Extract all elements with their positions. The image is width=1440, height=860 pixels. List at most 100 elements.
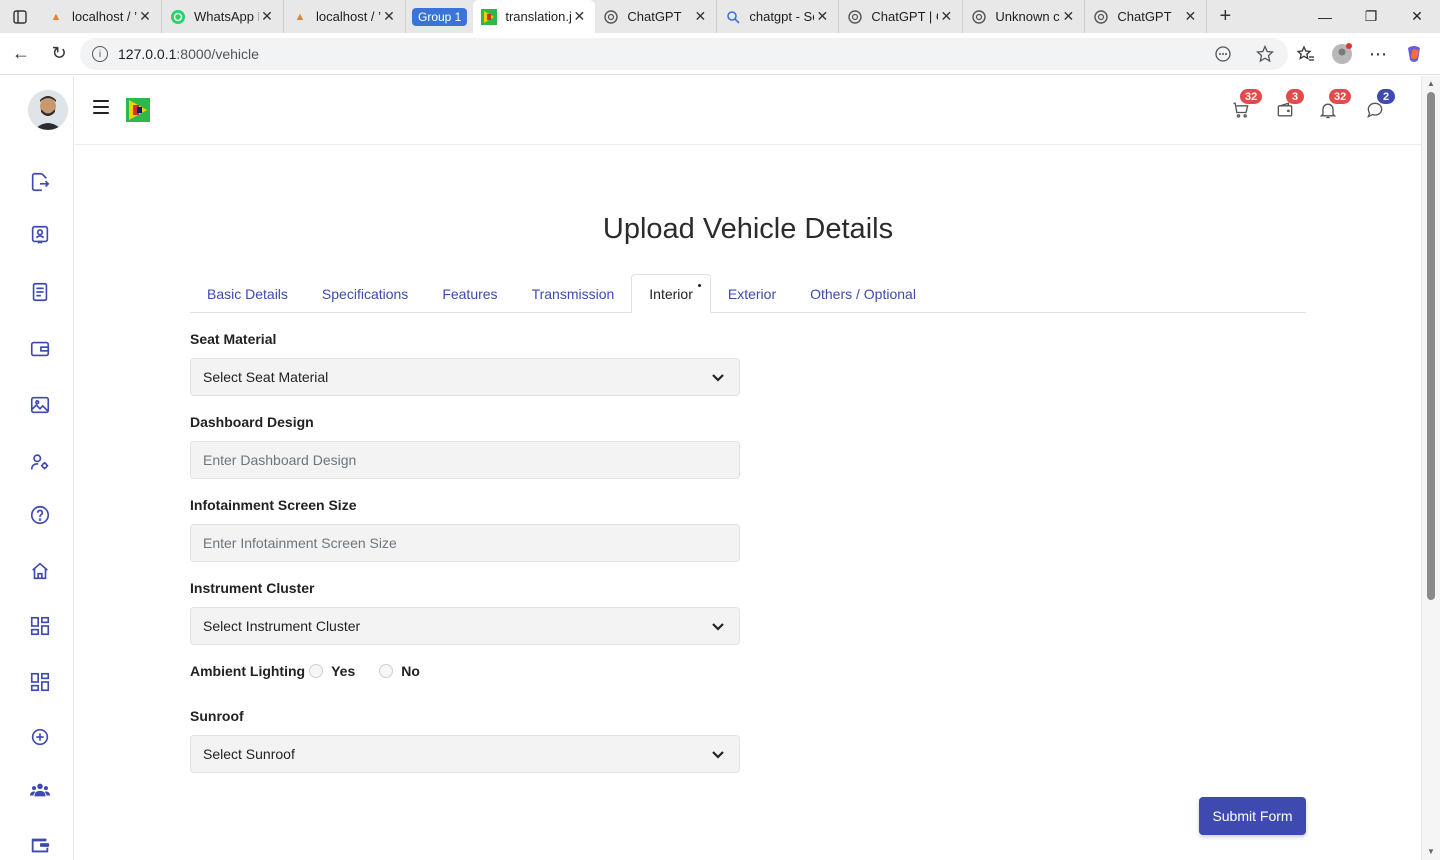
tab-group-chip[interactable]: Group 1: [412, 7, 468, 26]
ambient-lighting-label: Ambient Lighting: [190, 663, 306, 679]
users-group-icon[interactable]: [28, 778, 52, 802]
wallet-count-badge: 3: [1286, 89, 1304, 104]
sunroof-select[interactable]: Select Sunroof: [190, 735, 740, 773]
browser-tab-title: localhost / ’: [72, 9, 137, 24]
instrument-cluster-select[interactable]: Select Instrument Cluster: [190, 607, 740, 645]
close-icon[interactable]: ✕: [381, 8, 397, 25]
sunroof-label: Sunroof: [190, 708, 244, 724]
chevron-down-icon: [711, 747, 725, 761]
new-tab-button[interactable]: +: [1207, 5, 1243, 28]
chevron-down-icon: [711, 619, 725, 633]
tab-transmission[interactable]: Transmission: [515, 274, 632, 313]
user-card-icon[interactable]: [28, 223, 52, 247]
tab-interior-label: Interior: [649, 285, 693, 302]
browser-tab-title: translation.j: [505, 9, 572, 24]
reload-icon[interactable]: ↻: [42, 37, 76, 71]
close-icon[interactable]: ✕: [938, 8, 954, 25]
ambient-lighting-row: Ambient Lighting Yes No: [190, 661, 442, 681]
close-icon[interactable]: ✕: [137, 8, 153, 25]
tab-actions-icon[interactable]: [0, 0, 40, 33]
close-window-icon[interactable]: ✕: [1394, 0, 1440, 33]
tab-basic-details[interactable]: Basic Details: [190, 274, 305, 313]
browser-tab[interactable]: chatgpt - Se ✕: [717, 0, 840, 33]
ambient-lighting-no-label[interactable]: No: [401, 663, 420, 679]
close-icon[interactable]: ✕: [814, 8, 830, 25]
back-icon[interactable]: ←: [4, 37, 38, 71]
tab-others-optional[interactable]: Others / Optional: [793, 274, 933, 313]
dashboard-design-placeholder: Enter Dashboard Design: [203, 452, 357, 468]
wallet-icon[interactable]: [28, 337, 52, 361]
copilot-icon[interactable]: [1396, 44, 1432, 64]
home-icon[interactable]: [28, 559, 52, 583]
browser-tab-strip: ▲ localhost / ’ ✕ WhatsApp E ✕ ▲ localho…: [0, 0, 1440, 33]
browser-tab[interactable]: ▲ localhost / ’ ✕: [40, 0, 162, 33]
close-icon[interactable]: ✕: [692, 8, 708, 25]
dashboard-icon[interactable]: [28, 614, 52, 638]
dashboard-design-input[interactable]: Enter Dashboard Design: [190, 441, 740, 479]
restore-icon[interactable]: ❐: [1348, 0, 1394, 33]
messages-count-badge: 2: [1377, 89, 1395, 104]
reader-mode-icon[interactable]: [1214, 45, 1232, 66]
tab-exterior[interactable]: Exterior: [711, 274, 793, 313]
infotainment-label: Infotainment Screen Size: [190, 497, 357, 513]
cart-icon[interactable]: 32: [1230, 89, 1263, 121]
notification-bell-icon[interactable]: 32: [1317, 89, 1352, 121]
tab-specifications[interactable]: Specifications: [305, 274, 425, 313]
image-icon[interactable]: [28, 393, 52, 417]
avatar[interactable]: [28, 90, 68, 130]
minimize-icon[interactable]: —: [1302, 0, 1348, 33]
close-icon[interactable]: ✕: [571, 8, 587, 25]
url-input[interactable]: i 127.0.0.1:8000/vehicle: [80, 38, 1288, 70]
add-circle-icon[interactable]: [28, 725, 52, 749]
site-info-icon[interactable]: i: [92, 46, 108, 62]
chevron-down-icon: [711, 370, 725, 384]
seat-material-value: Select Seat Material: [203, 369, 329, 385]
ambient-lighting-yes-radio[interactable]: [309, 664, 324, 678]
chatgpt-icon: [847, 9, 863, 25]
active-tab-dot: [697, 284, 701, 287]
help-icon[interactable]: [28, 503, 52, 527]
browser-tab-active[interactable]: translation.j ✕: [473, 0, 596, 33]
close-icon[interactable]: ✕: [1060, 8, 1076, 25]
browser-tab[interactable]: WhatsApp E ✕: [162, 0, 284, 33]
dashboard-design-label: Dashboard Design: [190, 414, 314, 430]
chatgpt-icon: [971, 9, 987, 25]
more-menu-icon[interactable]: ⋯: [1360, 44, 1396, 65]
close-icon[interactable]: ✕: [1182, 8, 1198, 25]
menu-toggle-icon[interactable]: [93, 100, 109, 116]
user-settings-icon[interactable]: [28, 450, 52, 474]
document-export-icon[interactable]: [28, 170, 52, 194]
submit-form-button[interactable]: Submit Form: [1199, 797, 1306, 835]
wallet-header-icon[interactable]: 3: [1274, 89, 1304, 121]
favorite-star-icon[interactable]: [1255, 44, 1275, 66]
dashboard-icon[interactable]: [28, 670, 52, 694]
browser-tab[interactable]: ChatGPT | C ✕: [839, 0, 964, 33]
scroll-up-icon[interactable]: ▲: [1426, 79, 1436, 89]
document-icon[interactable]: [28, 280, 52, 304]
profile-icon[interactable]: [1324, 43, 1360, 65]
browser-tab[interactable]: Unknown cc ✕: [963, 0, 1086, 33]
tab-features[interactable]: Features: [425, 274, 514, 313]
browser-tab[interactable]: ▲ localhost / ’ ✕: [284, 0, 406, 33]
browser-tab-title: ChatGPT: [627, 9, 682, 24]
scroll-down-icon[interactable]: ▼: [1426, 847, 1436, 857]
cart-count-badge: 32: [1240, 89, 1263, 104]
tab-interior[interactable]: Interior: [631, 274, 711, 313]
page-scrollbar[interactable]: ▲ ▼: [1421, 76, 1440, 860]
wallet-filled-icon[interactable]: [28, 833, 52, 857]
app-sidebar: [4, 76, 74, 860]
scrollbar-thumb[interactable]: [1427, 92, 1435, 600]
ambient-lighting-no-radio[interactable]: [379, 664, 394, 678]
seat-material-select[interactable]: Select Seat Material: [190, 358, 740, 396]
chat-icon[interactable]: 2: [1364, 89, 1395, 121]
phpmyadmin-icon: ▲: [50, 10, 62, 23]
brand-logo[interactable]: [126, 98, 150, 122]
close-icon[interactable]: ✕: [259, 8, 275, 25]
ambient-lighting-yes-label[interactable]: Yes: [331, 663, 355, 679]
url-host: 127.0.0.1: [118, 46, 177, 62]
favorites-icon[interactable]: [1288, 45, 1324, 63]
infotainment-screen-size-input[interactable]: Enter Infotainment Screen Size: [190, 524, 740, 562]
browser-tab[interactable]: ChatGPT ✕: [595, 0, 718, 33]
notification-count-badge: 32: [1329, 89, 1352, 104]
browser-tab[interactable]: ChatGPT ✕: [1085, 0, 1208, 33]
